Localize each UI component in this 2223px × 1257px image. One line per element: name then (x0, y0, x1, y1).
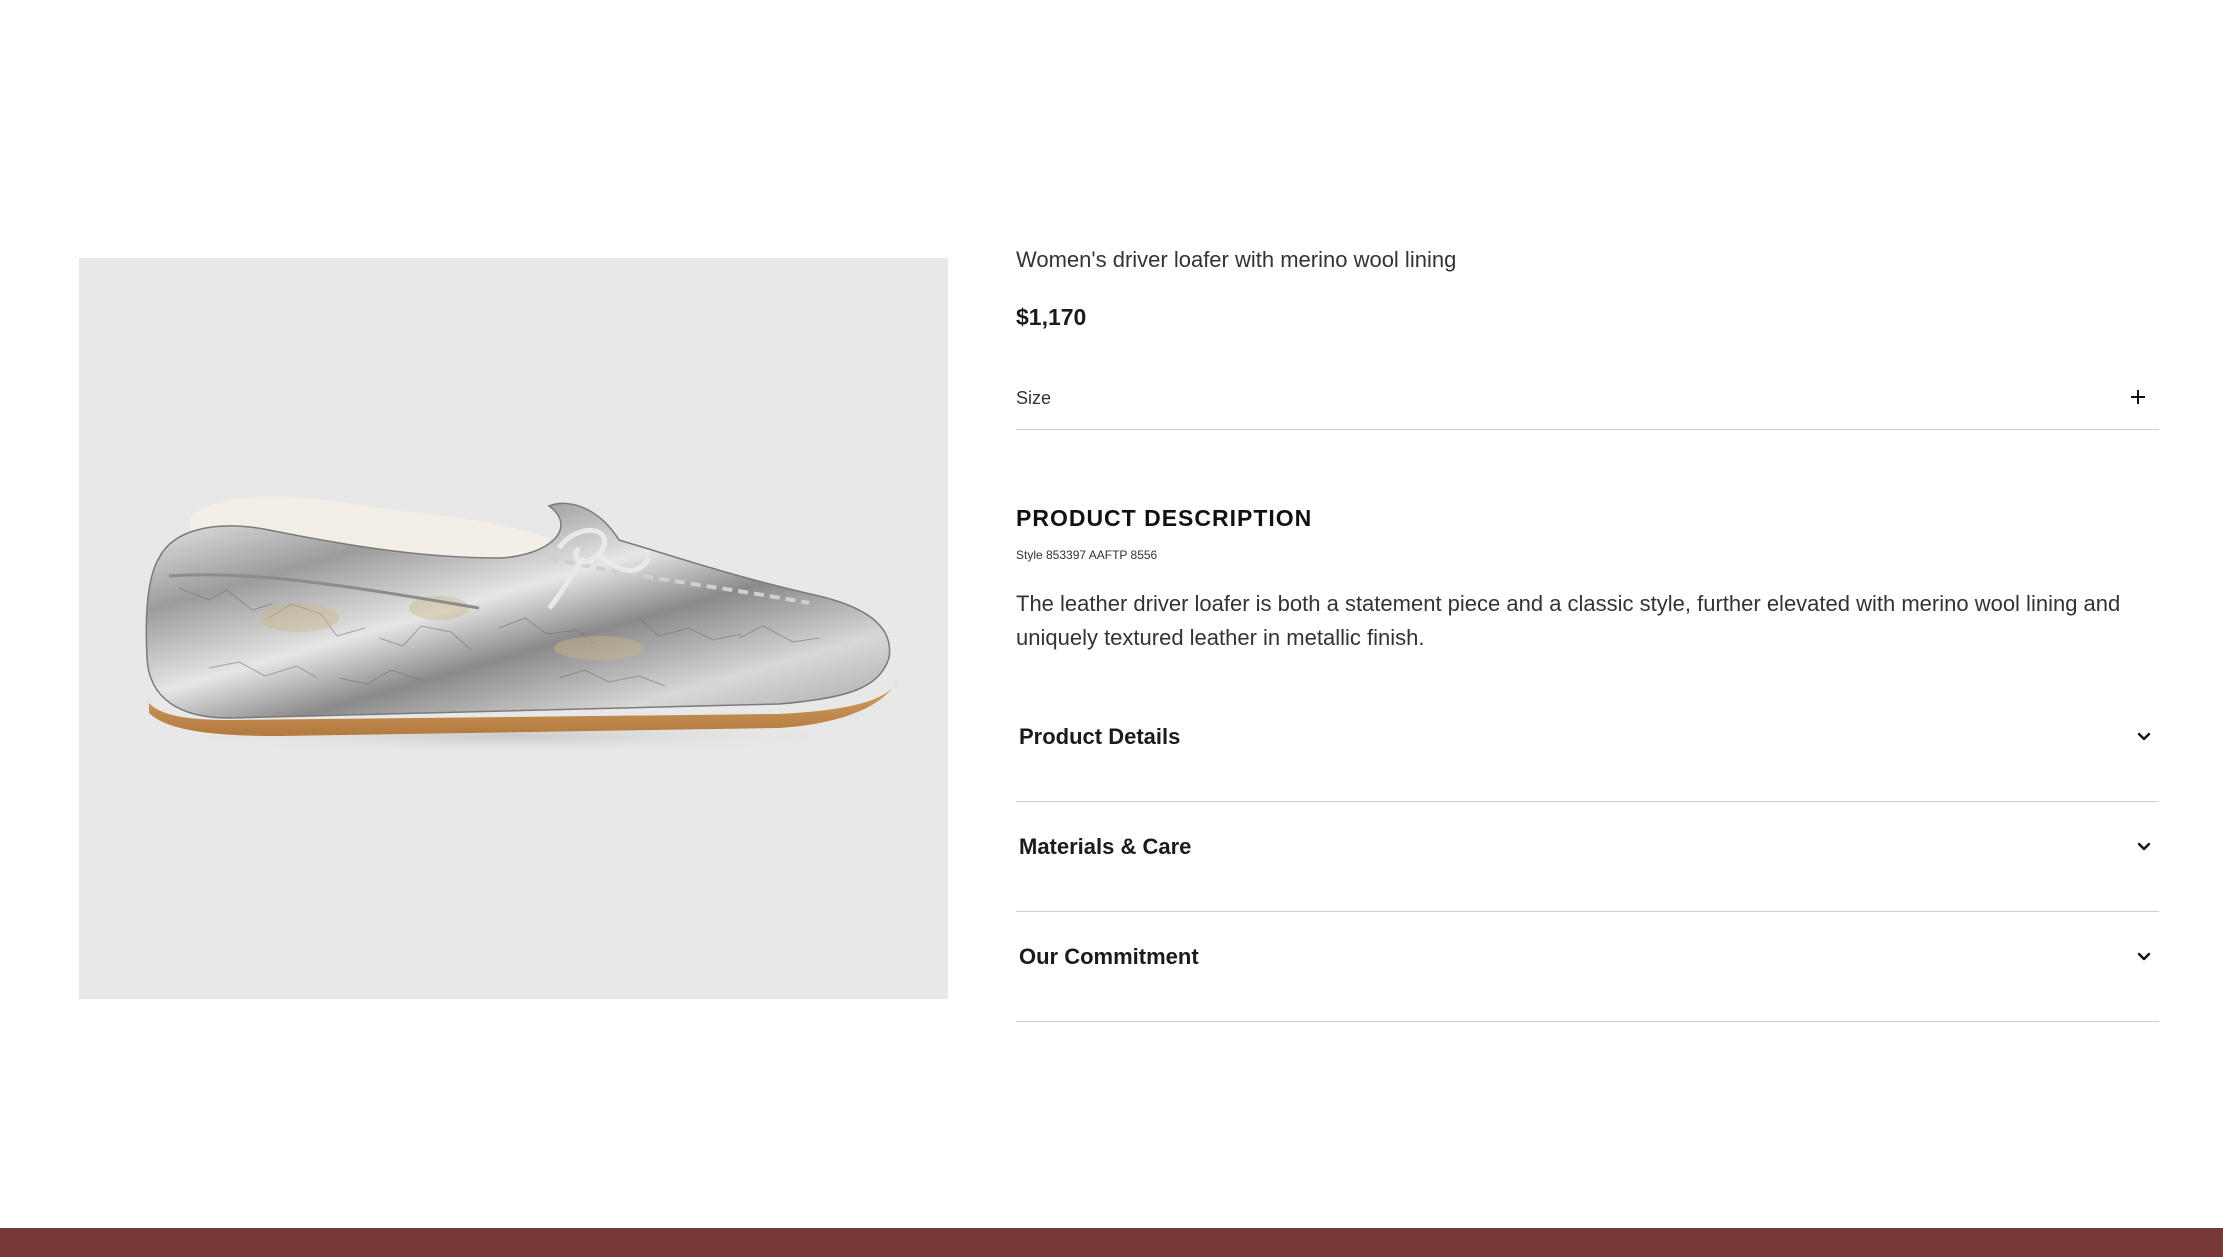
product-image[interactable] (79, 258, 948, 999)
plus-icon[interactable] (2131, 390, 2145, 404)
product-price: $1,170 (1016, 304, 1087, 330)
accordion-our-commitment[interactable]: Our Commitment (1016, 911, 2159, 1022)
accordion-label: Product Details (1019, 724, 1181, 749)
product-page: Women's driver loafer with merino wool l… (0, 0, 2223, 1257)
accordion-label: Materials & Care (1019, 834, 1192, 859)
accordion-label: Our Commitment (1019, 944, 1199, 969)
style-number: Style 853397 AAFTP 8556 (1016, 548, 1158, 562)
product-title: Women's driver loafer with merino wool l… (1016, 247, 1457, 272)
loafer-illustration (145, 497, 899, 756)
size-label: Size (1016, 388, 1052, 408)
footer-bar (0, 1228, 2223, 1257)
product-description-text: The leather driver loafer is both a stat… (1016, 591, 2121, 650)
chevron-down-icon (2137, 952, 2151, 961)
size-selector[interactable]: Size (1016, 380, 2159, 430)
chevron-down-icon (2137, 842, 2151, 851)
accordion-product-details[interactable]: Product Details (1016, 691, 2159, 802)
product-description-heading: PRODUCT DESCRIPTION (1016, 505, 1313, 531)
chevron-down-icon (2137, 732, 2151, 741)
accordion-materials-care[interactable]: Materials & Care (1016, 801, 2159, 912)
